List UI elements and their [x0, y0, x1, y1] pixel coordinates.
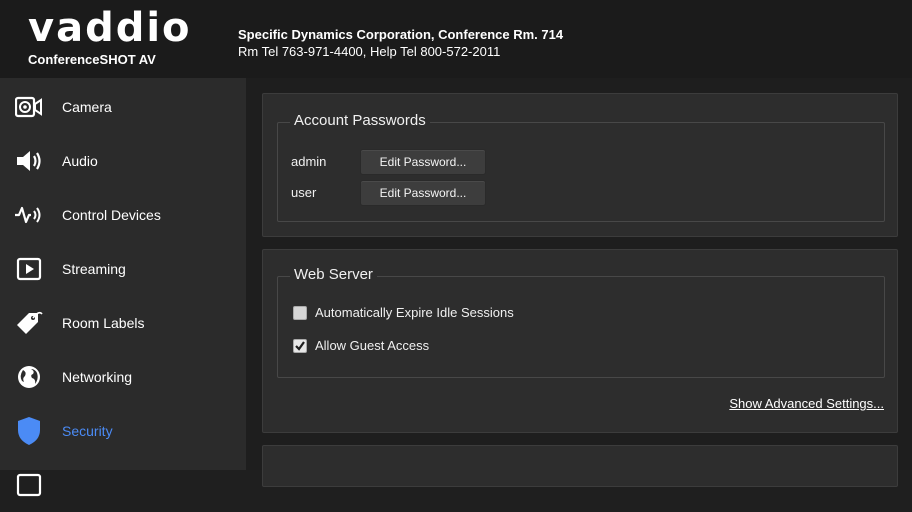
sidebar-item-camera[interactable]: Camera — [0, 80, 246, 134]
camera-icon — [10, 91, 48, 123]
edit-user-password-button[interactable]: Edit Password... — [360, 180, 486, 206]
account-passwords-fieldset: Account Passwords admin Edit Password...… — [277, 112, 885, 222]
main-content: Account Passwords admin Edit Password...… — [246, 78, 912, 487]
room-name: Specific Dynamics Corporation, Conferenc… — [238, 27, 564, 42]
sidebar-item-label: Room Labels — [62, 315, 145, 331]
checkbox-label: Automatically Expire Idle Sessions — [315, 305, 514, 320]
product-name: ConferenceSHOT AV — [28, 52, 156, 67]
sidebar-item-security[interactable]: Security — [0, 404, 246, 458]
header: vaddio ConferenceSHOT AV Specific Dynami… — [0, 0, 912, 78]
show-advanced-settings-link[interactable]: Show Advanced Settings... — [729, 396, 884, 411]
sidebar-item-label: Audio — [62, 153, 98, 169]
account-passwords-panel: Account Passwords admin Edit Password...… — [262, 93, 898, 237]
user-label: user — [291, 185, 317, 200]
section-title: Web Server — [290, 266, 377, 283]
room-info: Specific Dynamics Corporation, Conferenc… — [238, 26, 563, 60]
sidebar-item-label: Camera — [62, 99, 112, 115]
sidebar-item-label: Control Devices — [62, 207, 161, 223]
tag-icon — [10, 307, 48, 339]
control-devices-icon — [10, 199, 48, 231]
shield-icon — [10, 415, 48, 447]
sidebar-item-label: Streaming — [62, 261, 126, 277]
partial-icon — [10, 469, 48, 501]
logo-area: vaddio ConferenceSHOT AV — [0, 0, 230, 78]
sidebar-item-next[interactable] — [0, 458, 246, 512]
web-server-fieldset: Web Server Automatically Expire Idle Ses… — [277, 266, 885, 378]
admin-label: admin — [291, 154, 327, 169]
next-panel — [262, 445, 898, 487]
sidebar: Camera Audio Control Devices Streaming R… — [0, 78, 246, 497]
checkbox-label: Allow Guest Access — [315, 338, 430, 353]
speaker-icon — [10, 145, 48, 177]
globe-icon — [10, 361, 48, 393]
sidebar-item-audio[interactable]: Audio — [0, 134, 246, 188]
sidebar-item-label: Security — [62, 423, 113, 439]
sidebar-item-networking[interactable]: Networking — [0, 350, 246, 404]
expire-idle-sessions-checkbox[interactable] — [293, 305, 307, 320]
web-server-panel: Web Server Automatically Expire Idle Ses… — [262, 249, 898, 433]
sidebar-item-room-labels[interactable]: Room Labels — [0, 296, 246, 350]
sidebar-item-control-devices[interactable]: Control Devices — [0, 188, 246, 242]
sidebar-item-streaming[interactable]: Streaming — [0, 242, 246, 296]
section-title: Account Passwords — [290, 112, 430, 129]
allow-guest-access-option[interactable]: Allow Guest Access — [293, 338, 429, 353]
play-icon — [10, 253, 48, 285]
room-phone: Rm Tel 763-971-4400, Help Tel 800-572-20… — [238, 44, 501, 59]
sidebar-item-label: Networking — [62, 369, 133, 385]
allow-guest-access-checkbox[interactable] — [293, 338, 307, 353]
expire-idle-sessions-option[interactable]: Automatically Expire Idle Sessions — [293, 305, 514, 320]
vaddio-logo: vaddio — [28, 5, 192, 51]
checkmark-icon — [295, 340, 305, 351]
edit-admin-password-button[interactable]: Edit Password... — [360, 149, 486, 175]
